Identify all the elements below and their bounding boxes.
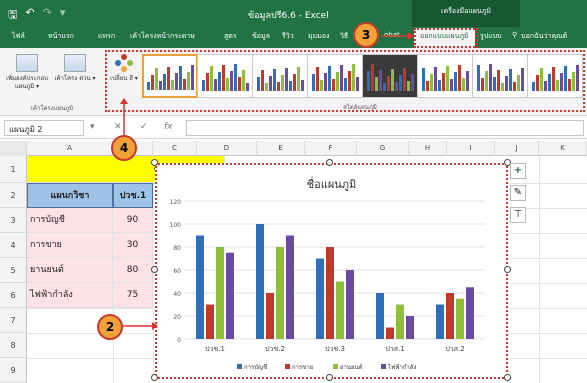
callout-arrows	[120, 32, 414, 330]
